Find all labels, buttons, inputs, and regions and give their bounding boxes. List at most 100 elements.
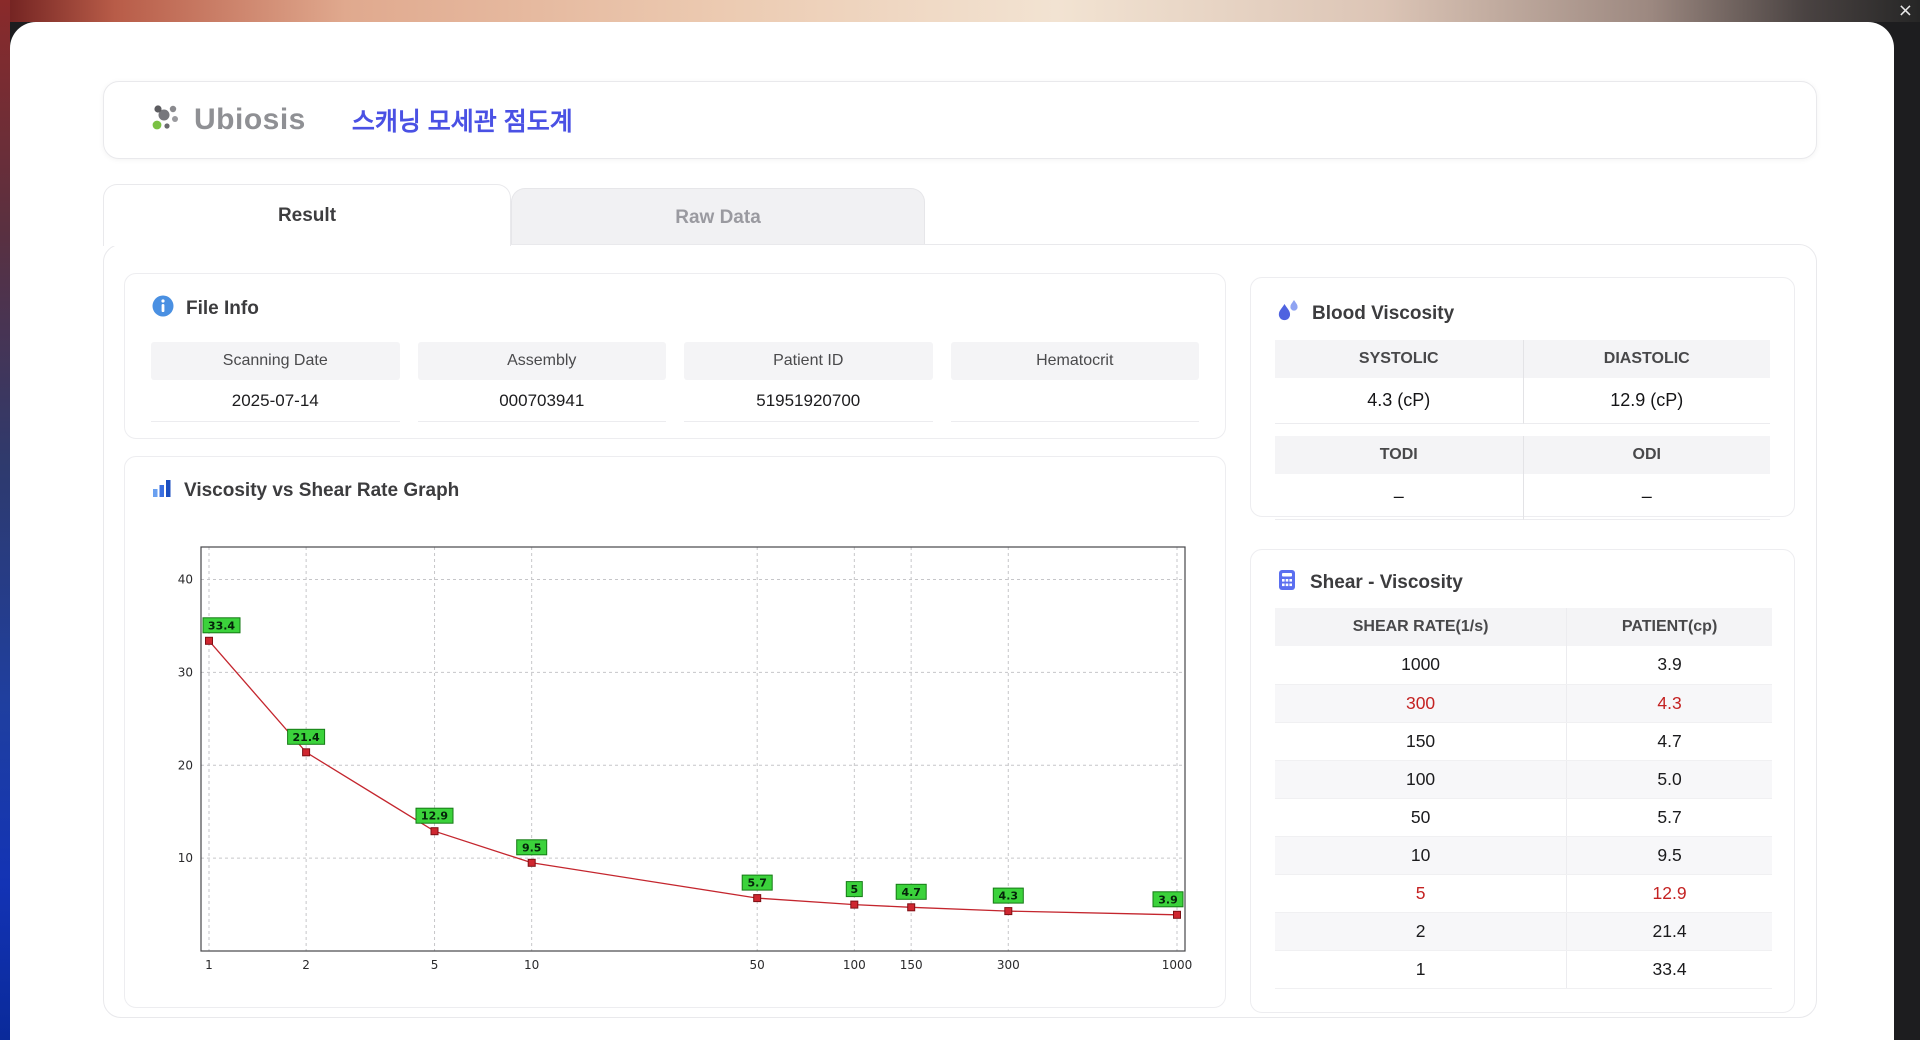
- svg-text:5.7: 5.7: [747, 877, 767, 890]
- viscosity-graph-card: Viscosity vs Shear Rate Graph 1 2 5 10 50 100…: [124, 456, 1226, 1008]
- svg-text:40: 40: [178, 573, 193, 587]
- patient-cp-cell: 9.5: [1566, 836, 1772, 875]
- shear-viscosity-title-row: Shear - Viscosity: [1275, 568, 1463, 598]
- patient-cp-cell: 12.9: [1566, 874, 1772, 913]
- ubiosis-logo-text: Ubiosis: [194, 103, 306, 136]
- calculator-icon: [1275, 568, 1299, 598]
- ubiosis-logo-icon: [150, 102, 186, 139]
- graph-title: Viscosity vs Shear Rate Graph: [184, 480, 460, 501]
- table-header-row: SHEAR RATE(1/s) PATIENT(cp): [1275, 608, 1772, 646]
- blood-viscosity-title: Blood Viscosity: [1312, 303, 1455, 324]
- field-value: [950, 380, 1199, 422]
- svg-text:50: 50: [750, 958, 765, 972]
- field-patient-id: Patient ID 51951920700: [684, 342, 933, 422]
- todi-value: –: [1275, 474, 1523, 520]
- shear-rate-cell: 300: [1275, 684, 1567, 723]
- patient-cp-cell: 21.4: [1566, 912, 1772, 951]
- file-info-title: File Info: [186, 298, 259, 319]
- ubiosis-logo: Ubiosis: [150, 102, 306, 139]
- systolic-value: 4.3 (cP): [1275, 378, 1523, 424]
- shear-viscosity-table: SHEAR RATE(1/s) PATIENT(cp) 1000 3.9 300 4.…: [1275, 608, 1772, 989]
- svg-text:150: 150: [900, 958, 923, 972]
- svg-text:1000: 1000: [1162, 958, 1193, 972]
- field-scanning-date: Scanning Date 2025-07-14: [151, 342, 400, 422]
- svg-text:9.5: 9.5: [522, 841, 542, 854]
- svg-text:3.9: 3.9: [1158, 893, 1178, 906]
- odi-value: –: [1522, 474, 1770, 520]
- app-header: Ubiosis 스캐닝 모세관 점도계: [103, 81, 1817, 159]
- file-info-fields: Scanning Date 2025-07-14 Assembly 000703…: [151, 342, 1199, 422]
- shear-rate-cell: 50: [1275, 798, 1567, 837]
- patient-column-header: PATIENT(cp): [1566, 608, 1772, 646]
- svg-text:4.7: 4.7: [901, 886, 921, 899]
- shear-viscosity-row: 150 4.7: [1275, 722, 1772, 761]
- shear-viscosity-card: Shear - Viscosity SHEAR RATE(1/s) PATIEN…: [1250, 549, 1795, 1013]
- diastolic-value: 12.9 (cP): [1522, 378, 1770, 424]
- shear-rate-cell: 150: [1275, 722, 1567, 761]
- shear-viscosity-row: 2 21.4: [1275, 912, 1772, 951]
- blood-viscosity-title-row: Blood Viscosity: [1275, 298, 1454, 330]
- field-value: 000703941: [417, 380, 666, 422]
- file-info-title-row: File Info: [151, 294, 259, 324]
- shear-rate-cell: 2: [1275, 912, 1567, 951]
- patient-cp-cell: 4.3: [1566, 684, 1772, 723]
- shear-viscosity-row: 300 4.3: [1275, 684, 1772, 723]
- systolic-header: SYSTOLIC: [1275, 340, 1523, 378]
- svg-text:300: 300: [997, 958, 1020, 972]
- svg-text:10: 10: [178, 851, 193, 865]
- app-window: Ubiosis 스캐닝 모세관 점도계 Result Raw Data File…: [10, 22, 1894, 1040]
- window-close-button[interactable]: ×: [1898, 2, 1913, 20]
- svg-text:30: 30: [178, 665, 193, 679]
- svg-text:10: 10: [524, 958, 539, 972]
- graph-title-row: Viscosity vs Shear Rate Graph: [151, 477, 459, 505]
- shear-rate-column-header: SHEAR RATE(1/s): [1275, 608, 1567, 646]
- svg-text:33.4: 33.4: [208, 619, 235, 632]
- shear-rate-cell: 5: [1275, 874, 1567, 913]
- todi-header: TODI: [1275, 436, 1523, 474]
- bar-chart-icon: [151, 477, 173, 505]
- patient-cp-cell: 4.7: [1566, 722, 1772, 761]
- blood-viscosity-card: Blood Viscosity SYSTOLIC DIASTOLIC 4.3 (…: [1250, 277, 1795, 520]
- file-info-card: File Info Scanning Date 2025-07-14 Assem…: [124, 273, 1226, 439]
- shear-rate-cell: 100: [1275, 760, 1567, 799]
- shear-rate-cell: 1: [1275, 950, 1567, 989]
- field-value: 2025-07-14: [151, 380, 400, 422]
- svg-text:2: 2: [302, 958, 310, 972]
- field-assembly: Assembly 000703941: [417, 342, 666, 422]
- table-spacer: [1275, 424, 1770, 436]
- field-label: Scanning Date: [151, 342, 400, 380]
- viscosity-shear-chart: 1 2 5 10 50 100 150 300 1000 10 20 30 40 33.4 21.4 12.9…: [178, 546, 1193, 972]
- shear-viscosity-row: 5 12.9: [1275, 874, 1772, 913]
- svg-text:5: 5: [850, 883, 858, 896]
- svg-text:1: 1: [205, 958, 213, 972]
- svg-text:12.9: 12.9: [421, 810, 448, 823]
- svg-text:5: 5: [431, 958, 439, 972]
- shear-viscosity-row: 10 9.5: [1275, 836, 1772, 875]
- shear-viscosity-title: Shear - Viscosity: [1310, 572, 1463, 593]
- patient-cp-cell: 5.0: [1566, 760, 1772, 799]
- shear-viscosity-row: 1 33.4: [1275, 950, 1772, 989]
- odi-header: ODI: [1522, 436, 1770, 474]
- shear-viscosity-row: 1000 3.9: [1275, 646, 1772, 685]
- shear-rate-cell: 10: [1275, 836, 1567, 875]
- shear-viscosity-row: 50 5.7: [1275, 798, 1772, 837]
- svg-text:21.4: 21.4: [293, 731, 320, 744]
- info-icon: [151, 294, 175, 324]
- diastolic-header: DIASTOLIC: [1522, 340, 1770, 378]
- patient-cp-cell: 33.4: [1566, 950, 1772, 989]
- svg-text:100: 100: [843, 958, 866, 972]
- tab-result[interactable]: Result: [103, 184, 511, 246]
- field-value: 51951920700: [684, 380, 933, 422]
- shear-rate-cell: 1000: [1275, 646, 1567, 685]
- result-panel: File Info Scanning Date 2025-07-14 Assem…: [103, 244, 1817, 1018]
- desktop-left-edge: [0, 0, 10, 1040]
- field-label: Assembly: [417, 342, 666, 380]
- tab-raw-data[interactable]: Raw Data: [511, 188, 925, 246]
- field-hematocrit: Hematocrit: [950, 342, 1199, 422]
- patient-cp-cell: 3.9: [1566, 646, 1772, 685]
- app-title: 스캐닝 모세관 점도계: [351, 108, 573, 136]
- patient-cp-cell: 5.7: [1566, 798, 1772, 837]
- field-label: Hematocrit: [950, 342, 1199, 380]
- blood-viscosity-table: SYSTOLIC DIASTOLIC 4.3 (cP) 12.9 (cP) TO…: [1275, 340, 1770, 520]
- field-label: Patient ID: [684, 342, 933, 380]
